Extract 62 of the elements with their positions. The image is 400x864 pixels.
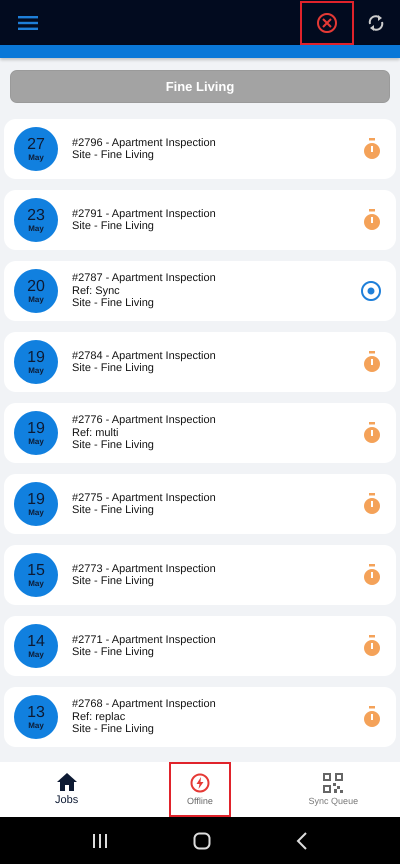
job-card[interactable]: 15 May #2773 - Apartment Inspection Site - Fine Living <box>4 545 396 605</box>
month-label: May <box>28 294 44 304</box>
month-label: May <box>28 366 44 376</box>
job-detail: Site - Fine Living <box>72 723 155 736</box>
day-number: 20 <box>27 278 45 294</box>
month-label: May <box>28 650 44 660</box>
job-title: #2796 - Apartment Inspection <box>72 136 217 149</box>
job-title: #2776 - Apartment Inspection <box>72 414 217 427</box>
job-card[interactable]: 20 May #2787 - Apartment Inspection Ref: Sync Site - Fine Living <box>4 261 396 321</box>
tab-label[interactable]: Jobs <box>55 794 78 806</box>
day-number: 13 <box>27 704 45 720</box>
menu-icon[interactable] <box>18 16 38 30</box>
job-detail: Site - Fine Living <box>72 149 155 162</box>
day-number: 19 <box>27 420 45 436</box>
tab-label[interactable]: Offline <box>187 796 213 806</box>
job-title: #2773 - Apartment Inspection <box>72 562 217 575</box>
job-detail: Site - Fine Living <box>72 362 155 374</box>
job-card[interactable]: 23 May #2791 - Apartment Inspection Site - Fine Living <box>4 190 396 250</box>
nav-tab[interactable]: Sync Queue <box>302 762 364 817</box>
cancel-icon[interactable] <box>316 12 338 34</box>
job-title: #2775 - Apartment Inspection <box>72 492 217 504</box>
home-icon <box>56 773 77 791</box>
month-label: May <box>28 436 44 446</box>
job-card[interactable]: 19 May #2776 - Apartment Inspection Ref: multi Site - Fine Living <box>4 403 396 463</box>
lightning-icon <box>190 773 210 793</box>
month-label: May <box>28 578 44 588</box>
job-title: #2784 - Apartment Inspection <box>72 350 217 362</box>
job-detail: Site - Fine Living <box>72 575 155 588</box>
qr-code-icon <box>323 773 344 793</box>
job-detail: Site - Fine Living <box>72 297 155 310</box>
job-title: #2787 - Apartment Inspection <box>72 272 217 285</box>
job-detail: Site - Fine Living <box>72 220 155 232</box>
recent-apps-icon[interactable] <box>92 832 108 848</box>
job-detail: Site - Fine Living <box>72 439 155 452</box>
job-title: #2768 - Apartment Inspection <box>72 698 217 711</box>
day-number: 14 <box>27 632 45 650</box>
job-card[interactable]: 13 May #2768 - Apartment Inspection Ref: replac Site - Fine Living <box>4 687 396 747</box>
month-label: May <box>28 720 44 730</box>
day-number: 27 <box>27 136 45 152</box>
day-number: 15 <box>27 562 45 578</box>
nav-tab[interactable]: Jobs <box>36 762 98 817</box>
job-detail: Ref: multi <box>72 426 120 440</box>
job-detail: Ref: Sync <box>72 284 121 298</box>
home-icon[interactable] <box>192 832 211 850</box>
sync-icon[interactable] <box>366 12 386 32</box>
month-label: May <box>28 508 44 518</box>
job-card[interactable]: 19 May #2784 - Apartment Inspection Site - Fine Living <box>4 332 396 392</box>
day-number: 23 <box>27 206 45 224</box>
back-icon[interactable] <box>296 832 308 850</box>
job-detail: Ref: replac <box>72 710 126 724</box>
job-detail: Site - Fine Living <box>72 646 155 658</box>
job-title: #2771 - Apartment Inspection <box>72 634 217 646</box>
job-card[interactable]: 27 May #2796 - Apartment Inspection Site - Fine Living <box>4 119 396 179</box>
job-detail: Site - Fine Living <box>72 504 155 516</box>
day-number: 19 <box>27 348 45 366</box>
job-card[interactable]: 19 May #2775 - Apartment Inspection Site - Fine Living <box>4 474 396 534</box>
month-label: May <box>28 152 44 162</box>
job-card[interactable]: 14 May #2771 - Apartment Inspection Site - Fine Living <box>4 616 396 676</box>
month-label: May <box>28 224 44 234</box>
day-number: 19 <box>27 490 45 508</box>
job-title: #2791 - Apartment Inspection <box>72 208 217 220</box>
tab-label[interactable]: Sync Queue <box>308 796 358 806</box>
